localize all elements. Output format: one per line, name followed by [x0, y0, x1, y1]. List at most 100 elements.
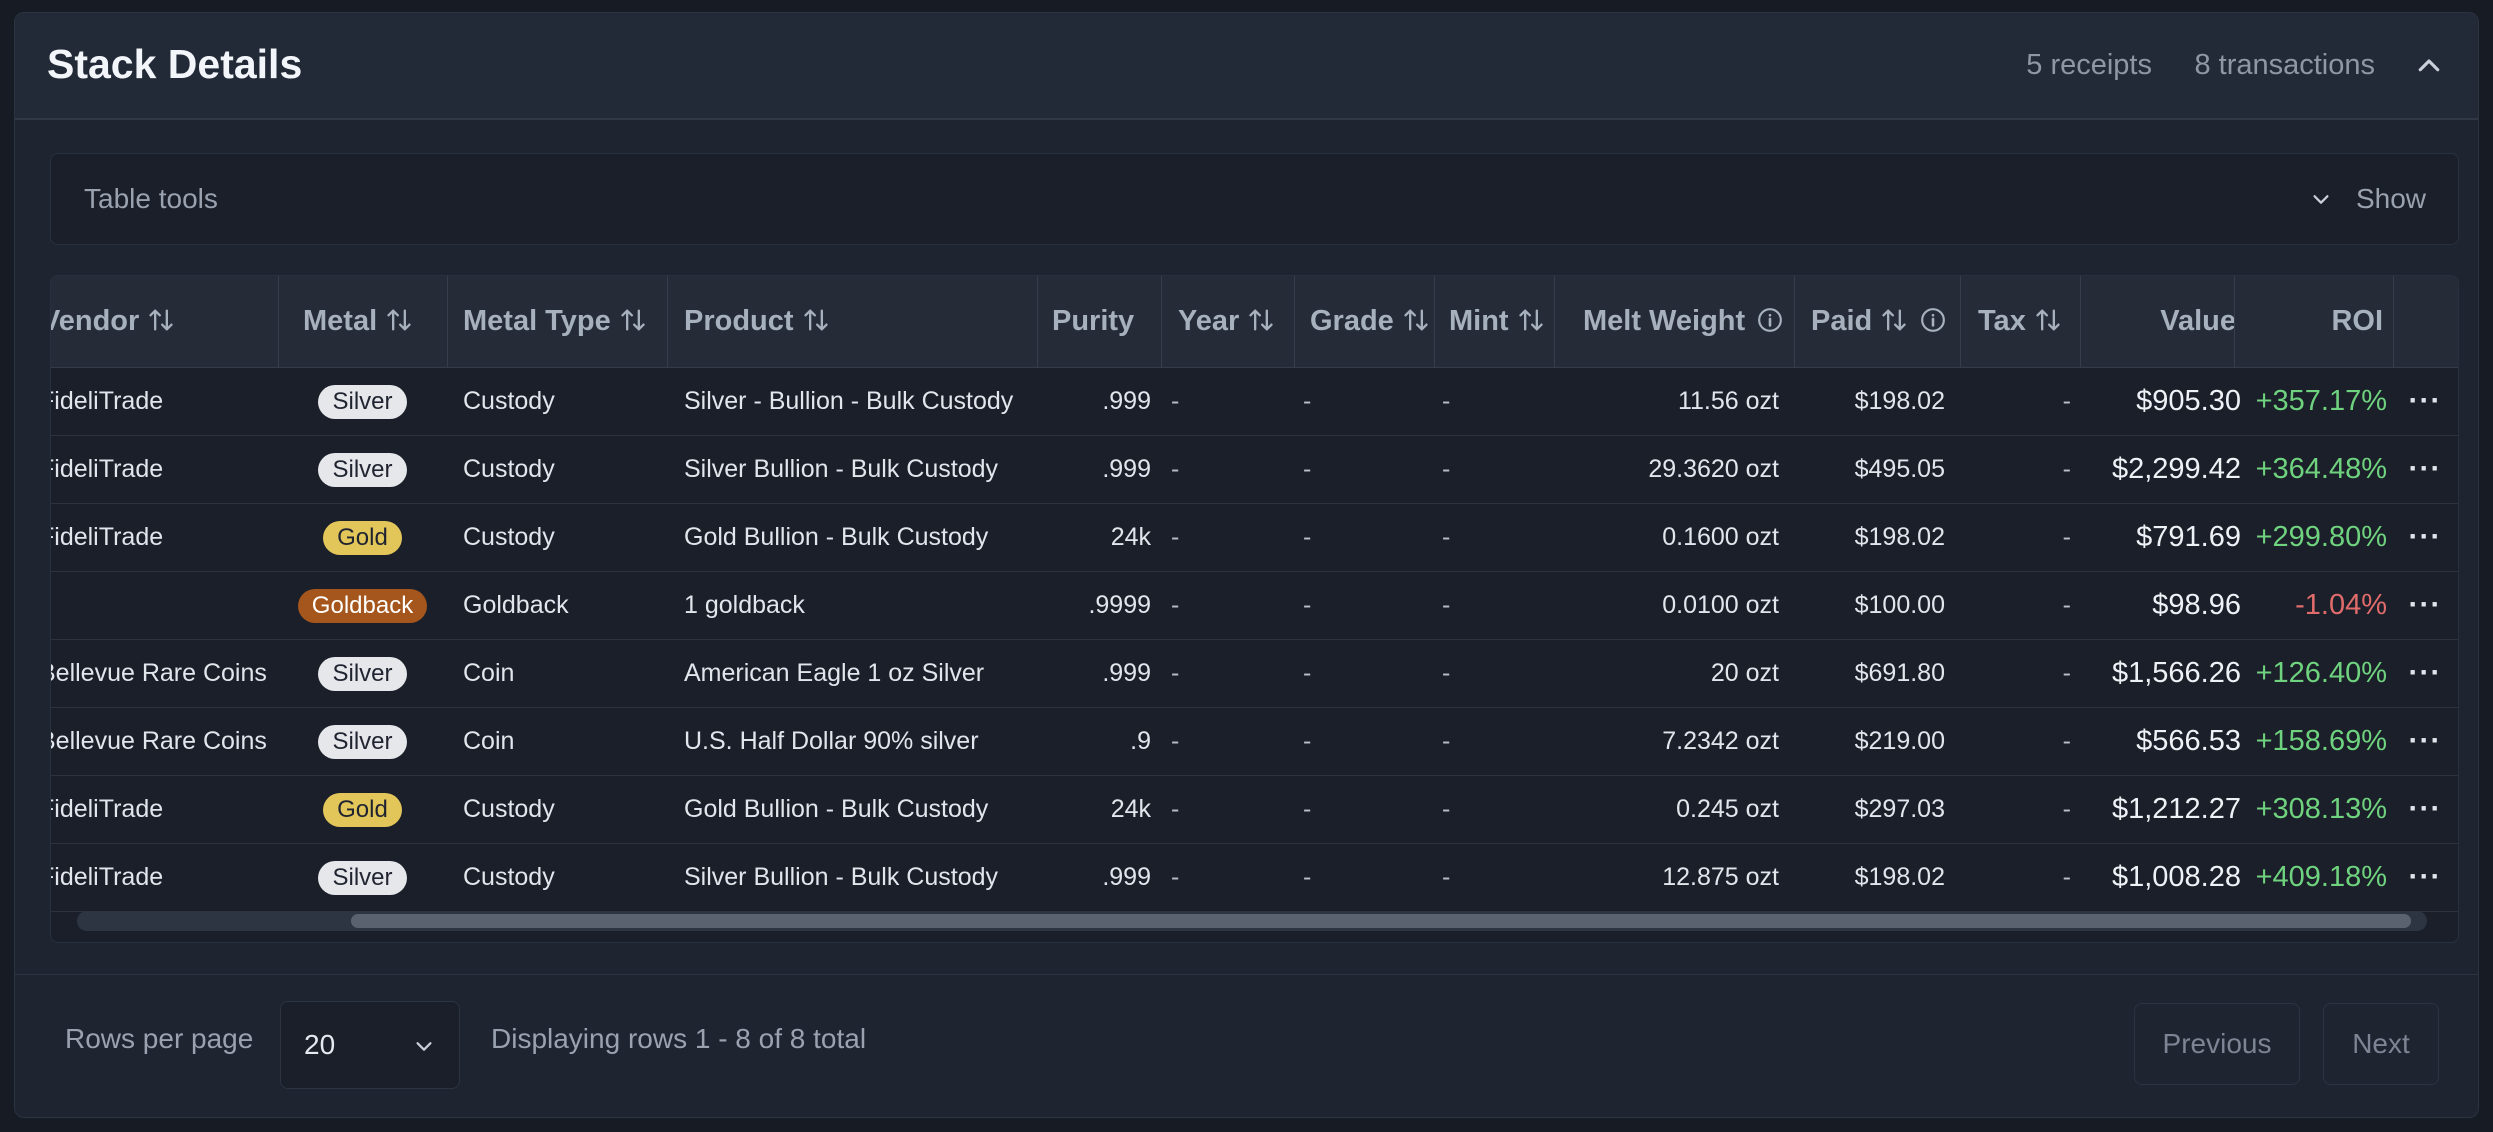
cell-vendor: Bellevue Rare Coins: [50, 727, 267, 755]
cell-vendor: FideliTrade: [50, 387, 164, 415]
previous-button[interactable]: Previous: [2134, 1003, 2300, 1085]
column-tax-label: Tax: [1978, 305, 2026, 337]
sort-icon[interactable]: [147, 306, 175, 334]
cell-product: Silver Bullion - Bulk Custody: [684, 863, 999, 891]
column-melt-weight[interactable]: Melt Weight: [1583, 276, 1783, 367]
cell-vendor: FideliTrade: [50, 523, 164, 551]
cell-metal-type: Custody: [463, 523, 555, 551]
more-actions-icon[interactable]: ···: [2397, 503, 2453, 571]
more-actions-icon[interactable]: ···: [2397, 843, 2453, 911]
cell-roi: +364.48%: [2255, 453, 2387, 485]
cell-value: $566.53: [2136, 725, 2241, 757]
info-icon[interactable]: [1920, 307, 1946, 333]
column-paid[interactable]: Paid: [1811, 276, 1946, 367]
table-row: FideliTrade Custody Gold Bullion - Bulk Cu…: [51, 503, 2458, 572]
cell-product: Silver - Bullion - Bulk Custody: [684, 387, 1014, 415]
column-year[interactable]: Year: [1178, 276, 1275, 367]
cell-metal-type: Custody: [463, 455, 555, 483]
cell-grade: -: [1303, 387, 1312, 415]
cell-year: -: [1171, 863, 1180, 891]
cell-paid: $198.02: [1854, 863, 1945, 891]
cell-metal-type: Goldback: [463, 591, 569, 619]
more-actions-icon[interactable]: ···: [2397, 775, 2453, 843]
sort-icon[interactable]: [1402, 306, 1430, 334]
column-metal-type[interactable]: Metal Type: [463, 276, 647, 367]
receipts-count: 5 receipts: [2026, 49, 2152, 81]
cell-mint: -: [1442, 455, 1451, 483]
table-row: FideliTrade Custody Silver - Bullion - Bul…: [51, 367, 2458, 436]
column-roi: ROI: [2331, 305, 2383, 337]
next-button[interactable]: Next: [2323, 1003, 2439, 1085]
column-mint-label: Mint: [1449, 305, 1509, 337]
cell-value: $791.69: [2136, 521, 2241, 553]
scrollbar-thumb[interactable]: [351, 914, 2411, 928]
column-divider: [1794, 276, 1795, 367]
cell-purity: .999: [1102, 455, 1151, 483]
cell-metal-type: Custody: [463, 387, 555, 415]
more-actions-icon[interactable]: ···: [2397, 639, 2453, 707]
cell-roi: +126.40%: [2255, 657, 2387, 689]
column-vendor[interactable]: Vendor: [51, 276, 175, 367]
chevron-down-icon[interactable]: [2310, 188, 2332, 210]
metal-badge: Silver: [318, 861, 407, 895]
cell-product: U.S. Half Dollar 90% silver: [684, 727, 979, 755]
more-actions-icon[interactable]: ···: [2397, 367, 2453, 435]
cell-metal: Gold: [279, 503, 446, 571]
column-grade[interactable]: Grade: [1310, 276, 1430, 367]
cell-metal: Silver: [279, 367, 446, 435]
cell-roi: -1.04%: [2295, 589, 2387, 621]
cell-year: -: [1171, 591, 1180, 619]
cell-value: $1,008.28: [2111, 861, 2241, 893]
chevron-up-icon[interactable]: [2414, 51, 2444, 81]
cell-paid: $100.00: [1854, 591, 1945, 619]
cell-tax: -: [2062, 727, 2071, 755]
sort-icon[interactable]: [385, 306, 413, 334]
table-tools-bar[interactable]: Table tools Show: [50, 153, 2459, 245]
cell-mint: -: [1442, 863, 1451, 891]
more-actions-icon[interactable]: ···: [2397, 571, 2453, 639]
table-row: Bellevue Rare Coins Coin American Eagle 1 …: [51, 639, 2458, 708]
cell-melt: 29.3620 ozt: [1648, 455, 1779, 483]
column-purity[interactable]: Purity: [1052, 276, 1134, 367]
sort-icon[interactable]: [1880, 306, 1908, 334]
cell-paid: $297.03: [1854, 795, 1945, 823]
cell-purity: .999: [1102, 387, 1151, 415]
sort-icon[interactable]: [2034, 306, 2062, 334]
cell-tax: -: [2062, 455, 2071, 483]
cell-mint: -: [1442, 659, 1451, 687]
cell-purity: .9999: [1088, 591, 1151, 619]
cell-melt: 7.2342 ozt: [1662, 727, 1779, 755]
sort-icon[interactable]: [1247, 306, 1275, 334]
sort-icon[interactable]: [802, 306, 830, 334]
rows-per-page-value: 20: [304, 1029, 336, 1060]
cell-melt: 11.56 ozt: [1677, 387, 1779, 415]
more-actions-icon[interactable]: ···: [2397, 435, 2453, 503]
cell-mint: -: [1442, 727, 1451, 755]
cell-vendor: Bellevue Rare Coins: [50, 659, 267, 687]
column-metal[interactable]: Metal: [303, 276, 413, 367]
cell-vendor: [51, 571, 259, 639]
cell-grade: -: [1303, 591, 1312, 619]
column-product[interactable]: Product: [684, 276, 830, 367]
pagination-footer: Rows per page 20 Displaying rows 1 - 8 o…: [15, 974, 2478, 1117]
show-tools-button[interactable]: Show: [2356, 183, 2426, 215]
info-icon[interactable]: [1757, 307, 1783, 333]
cell-value: $905.30: [2136, 385, 2241, 417]
metal-badge: Silver: [318, 657, 407, 691]
sort-icon[interactable]: [619, 306, 647, 334]
cell-purity: .9: [1130, 727, 1151, 755]
rows-per-page-select[interactable]: 20: [280, 1001, 460, 1089]
cell-value: $1,212.27: [2111, 793, 2241, 825]
cell-product: Gold Bullion - Bulk Custody: [684, 795, 989, 823]
table-row: FideliTrade Custody Silver Bullion - Bulk …: [51, 435, 2458, 504]
more-actions-icon[interactable]: ···: [2397, 707, 2453, 775]
column-mint[interactable]: Mint: [1449, 276, 1545, 367]
sort-icon[interactable]: [1517, 306, 1545, 334]
cell-grade: -: [1303, 863, 1312, 891]
column-melt-weight-label: Melt Weight: [1583, 305, 1746, 337]
cell-mint: -: [1442, 387, 1451, 415]
column-tax[interactable]: Tax: [1978, 276, 2062, 367]
cell-mint: -: [1442, 523, 1451, 551]
cell-melt: 0.1600 ozt: [1662, 523, 1779, 551]
column-value: Value: [2160, 305, 2236, 337]
